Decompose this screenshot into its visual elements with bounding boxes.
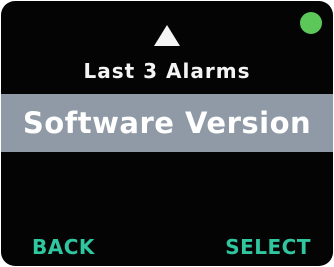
device-screen: Last 3 Alarms Software Version BACK SELE…	[1, 1, 333, 266]
menu-item-last-3-alarms[interactable]: Last 3 Alarms	[1, 59, 333, 83]
up-arrow-icon[interactable]	[154, 25, 180, 46]
status-dot-icon	[300, 12, 322, 34]
menu-item-software-version[interactable]: Software Version	[1, 94, 333, 152]
select-button[interactable]: SELECT	[225, 235, 311, 259]
back-button[interactable]: BACK	[32, 235, 95, 259]
